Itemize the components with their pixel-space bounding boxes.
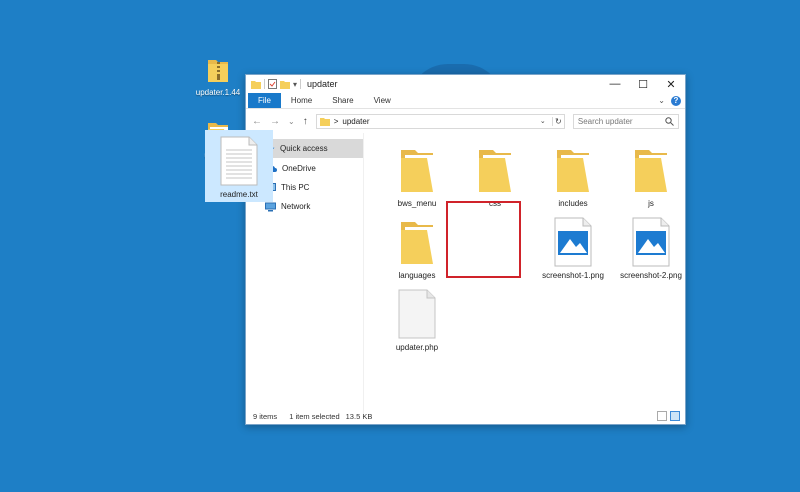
back-arrow-icon[interactable]: ← — [252, 116, 262, 127]
image-file-icon — [632, 217, 670, 267]
refresh-icon[interactable]: ↻ — [551, 116, 564, 126]
desktop-item-zip[interactable]: updater.1.44 — [188, 56, 248, 97]
quick-access-toolbar: ▾ — [251, 79, 302, 89]
minimize-button[interactable]: — — [601, 75, 629, 93]
zip-folder-icon — [208, 60, 228, 82]
item-count: 9 items — [253, 411, 278, 421]
file-item-folder[interactable]: js — [617, 139, 685, 211]
folder-icon — [557, 150, 589, 192]
details-view-button[interactable] — [657, 411, 667, 421]
folder-icon — [635, 150, 667, 192]
maximize-button[interactable]: ☐ — [629, 75, 657, 93]
file-name: readme.txt — [220, 190, 258, 199]
recent-locations-icon[interactable]: ⌄ — [288, 117, 295, 126]
file-name: bws_menu — [397, 199, 437, 208]
nav-label: Network — [281, 202, 311, 211]
search-placeholder: Search updater — [577, 116, 633, 126]
folder-icon — [479, 150, 511, 192]
file-icon — [398, 289, 436, 339]
tab-home[interactable]: Home — [281, 93, 322, 108]
folder-icon — [401, 222, 433, 264]
file-name: updater.php — [395, 343, 439, 352]
image-file-icon — [554, 217, 592, 267]
address-bar-row: ← → ⌄ ↑ > updater ⌄ ↻ Search updater — [246, 109, 685, 133]
explorer-window: ▾ updater — ☐ ✕ File Home Share View ⌄ ?… — [205, 74, 686, 425]
tab-share[interactable]: Share — [322, 93, 363, 108]
tab-view[interactable]: View — [364, 93, 401, 108]
path-separator: > — [333, 116, 339, 126]
file-item-folder[interactable]: bws_menu — [383, 139, 451, 211]
file-list: bws_menu css includes js languages readm… — [205, 130, 685, 415]
file-item-image[interactable]: screenshot-2.png — [617, 211, 685, 283]
file-name: screenshot-1.png — [542, 271, 604, 280]
folder-icon — [401, 150, 433, 192]
title-bar[interactable]: ▾ updater — ☐ ✕ — [246, 75, 685, 93]
address-dropdown-icon[interactable]: ⌄ — [538, 117, 548, 125]
file-item-folder[interactable]: languages — [383, 211, 451, 283]
folder-icon — [251, 80, 261, 89]
file-name: screenshot-2.png — [620, 271, 682, 280]
file-item-folder[interactable]: css — [461, 139, 529, 211]
tab-file[interactable]: File — [248, 93, 281, 108]
nav-label: OneDrive — [282, 164, 316, 173]
customize-toolbar-icon[interactable]: ▾ — [293, 80, 297, 89]
file-name: css — [489, 199, 501, 208]
file-item-text-selected[interactable]: readme.txt — [205, 130, 273, 202]
path-segment[interactable]: updater — [342, 117, 369, 126]
status-bar: 9 items 1 item selected 13.5 KB — [246, 408, 685, 424]
file-name: languages — [398, 271, 436, 280]
new-folder-icon[interactable] — [280, 80, 290, 89]
search-icon — [665, 116, 674, 126]
forward-arrow-icon[interactable]: → — [270, 116, 280, 127]
window-title: updater — [307, 79, 338, 89]
text-file-icon — [220, 136, 258, 186]
nav-label: Quick access — [280, 144, 328, 153]
address-field[interactable]: > updater ⌄ ↻ — [315, 113, 565, 129]
desktop-item-label: updater.1.44 — [195, 88, 241, 97]
large-icons-view-button[interactable] — [670, 411, 680, 421]
expand-ribbon-icon[interactable]: ⌄ — [658, 96, 665, 105]
file-item-folder[interactable]: includes — [539, 139, 607, 211]
search-input[interactable]: Search updater — [572, 113, 679, 129]
file-item-image[interactable]: screenshot-1.png — [539, 211, 607, 283]
selection-count: 1 item selected — [289, 411, 340, 421]
close-button[interactable]: ✕ — [657, 75, 685, 93]
properties-icon[interactable] — [268, 79, 277, 89]
selection-size: 13.5 KB — [345, 411, 373, 421]
divider — [264, 79, 265, 89]
help-icon[interactable]: ? — [671, 95, 681, 106]
nav-label: This PC — [281, 183, 310, 192]
network-icon — [265, 202, 276, 211]
file-item-file[interactable]: updater.php — [383, 283, 451, 355]
file-name: js — [648, 199, 654, 208]
file-name: includes — [558, 199, 588, 208]
divider — [300, 79, 302, 89]
ribbon-tabs: File Home Share View ⌄ ? — [246, 93, 685, 109]
up-arrow-icon[interactable]: ↑ — [303, 116, 308, 127]
folder-icon — [319, 117, 330, 126]
